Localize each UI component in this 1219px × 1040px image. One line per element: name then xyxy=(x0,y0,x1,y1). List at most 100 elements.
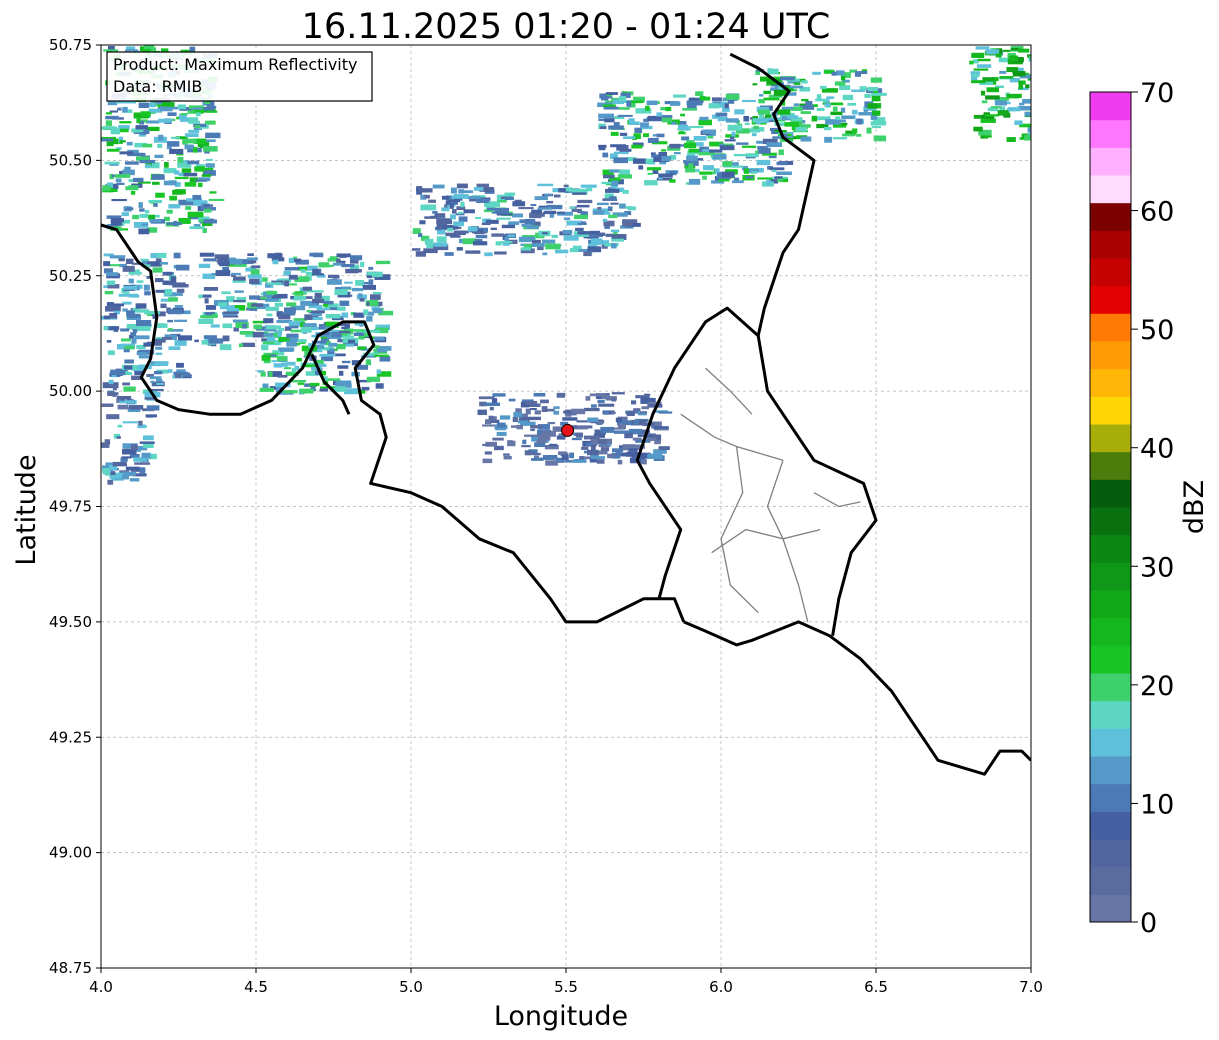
echo-cell xyxy=(159,262,169,265)
echo-cell xyxy=(611,448,624,453)
echo-cell xyxy=(638,165,644,170)
echo-cell xyxy=(585,442,593,446)
echo-cell xyxy=(262,383,269,388)
echo-cell xyxy=(329,348,334,352)
echo-cell xyxy=(680,113,686,117)
echo-cell xyxy=(119,128,129,133)
echo-cell xyxy=(826,96,835,99)
echo-cell xyxy=(145,120,160,124)
echo-cell xyxy=(521,247,531,251)
echo-cell xyxy=(108,379,114,385)
echo-cell xyxy=(286,302,297,307)
echo-cell xyxy=(647,115,662,121)
echo-cell xyxy=(357,346,366,350)
echo-cell xyxy=(169,195,178,201)
colorbar-segment xyxy=(1090,700,1131,729)
echo-cell xyxy=(864,93,871,98)
echo-cell xyxy=(372,308,383,314)
echo-cell xyxy=(136,280,144,283)
echo-cell xyxy=(176,288,185,293)
echo-cell xyxy=(167,319,173,323)
echo-cell xyxy=(263,333,274,337)
y-axis-label: Latitude xyxy=(11,454,42,565)
echo-cell xyxy=(777,178,783,182)
echo-cell xyxy=(633,408,641,412)
echo-cell xyxy=(312,269,320,274)
colorbar-segment xyxy=(1090,119,1131,148)
colorbar-tick-label: 50 xyxy=(1140,315,1174,346)
echo-cell xyxy=(338,370,344,376)
echo-cell xyxy=(776,161,788,166)
echo-cell xyxy=(192,194,202,200)
echo-cell xyxy=(795,126,807,132)
echo-cell xyxy=(266,313,273,317)
echo-cell xyxy=(166,146,172,150)
echo-cell xyxy=(733,153,748,157)
echo-cell xyxy=(229,258,243,265)
echo-cell xyxy=(491,233,504,237)
echo-cell xyxy=(122,265,135,272)
echo-cell xyxy=(105,272,119,277)
echo-cell xyxy=(699,171,713,175)
echo-cell xyxy=(603,106,619,110)
echo-cell xyxy=(530,203,537,207)
echo-cell xyxy=(166,209,173,214)
echo-cell xyxy=(168,346,181,350)
echo-cell xyxy=(309,252,319,257)
echo-cell xyxy=(195,179,208,182)
echo-cell xyxy=(123,386,136,392)
echo-cell xyxy=(125,49,138,52)
echo-cell xyxy=(341,360,351,364)
echo-cell xyxy=(453,221,465,227)
echo-cell xyxy=(185,206,192,210)
echo-cell xyxy=(689,126,704,129)
echo-cell xyxy=(476,198,490,203)
echo-cell xyxy=(669,179,676,183)
echo-cell xyxy=(496,217,511,220)
echo-cell xyxy=(239,330,255,335)
echo-cell xyxy=(618,96,627,102)
echo-cell xyxy=(556,392,566,398)
echo-cell xyxy=(276,356,288,362)
echo-cell xyxy=(124,359,134,364)
echo-cell xyxy=(532,239,541,244)
echo-cell xyxy=(155,361,169,364)
echo-cell xyxy=(135,320,152,327)
echo-cell xyxy=(122,471,137,477)
echo-cell xyxy=(101,442,110,448)
echo-cell xyxy=(632,437,642,441)
echo-cell xyxy=(686,100,703,106)
echo-cell xyxy=(312,298,325,304)
echo-cell xyxy=(297,382,305,385)
echo-cell xyxy=(1006,137,1016,142)
echo-cell xyxy=(140,258,150,261)
echo-cell xyxy=(607,453,616,457)
echo-cell xyxy=(104,290,114,295)
echo-cell xyxy=(126,313,141,318)
echo-cell xyxy=(731,165,744,168)
echo-cell xyxy=(756,159,771,166)
echo-cell xyxy=(336,258,341,264)
echo-cell xyxy=(208,198,225,201)
colorbar-segment xyxy=(1090,756,1131,785)
echo-cell xyxy=(598,145,606,151)
echo-cell xyxy=(111,198,127,202)
echo-cell xyxy=(563,184,569,188)
echo-cell xyxy=(647,172,653,175)
echo-cell xyxy=(198,294,203,299)
echo-cell xyxy=(334,289,348,296)
echo-cell xyxy=(260,296,267,300)
echo-cell xyxy=(369,294,381,300)
echo-cell xyxy=(328,342,338,347)
echo-cell xyxy=(167,141,180,147)
echo-cell xyxy=(123,285,138,290)
echo-cell xyxy=(139,159,156,164)
echo-cell xyxy=(176,264,190,271)
echo-cell xyxy=(681,136,690,141)
echo-cell xyxy=(999,76,1014,79)
echo-cell xyxy=(284,267,300,271)
echo-cell xyxy=(120,338,131,342)
echo-cell xyxy=(576,204,590,208)
echo-cell xyxy=(610,144,627,148)
echo-cell xyxy=(834,81,846,86)
